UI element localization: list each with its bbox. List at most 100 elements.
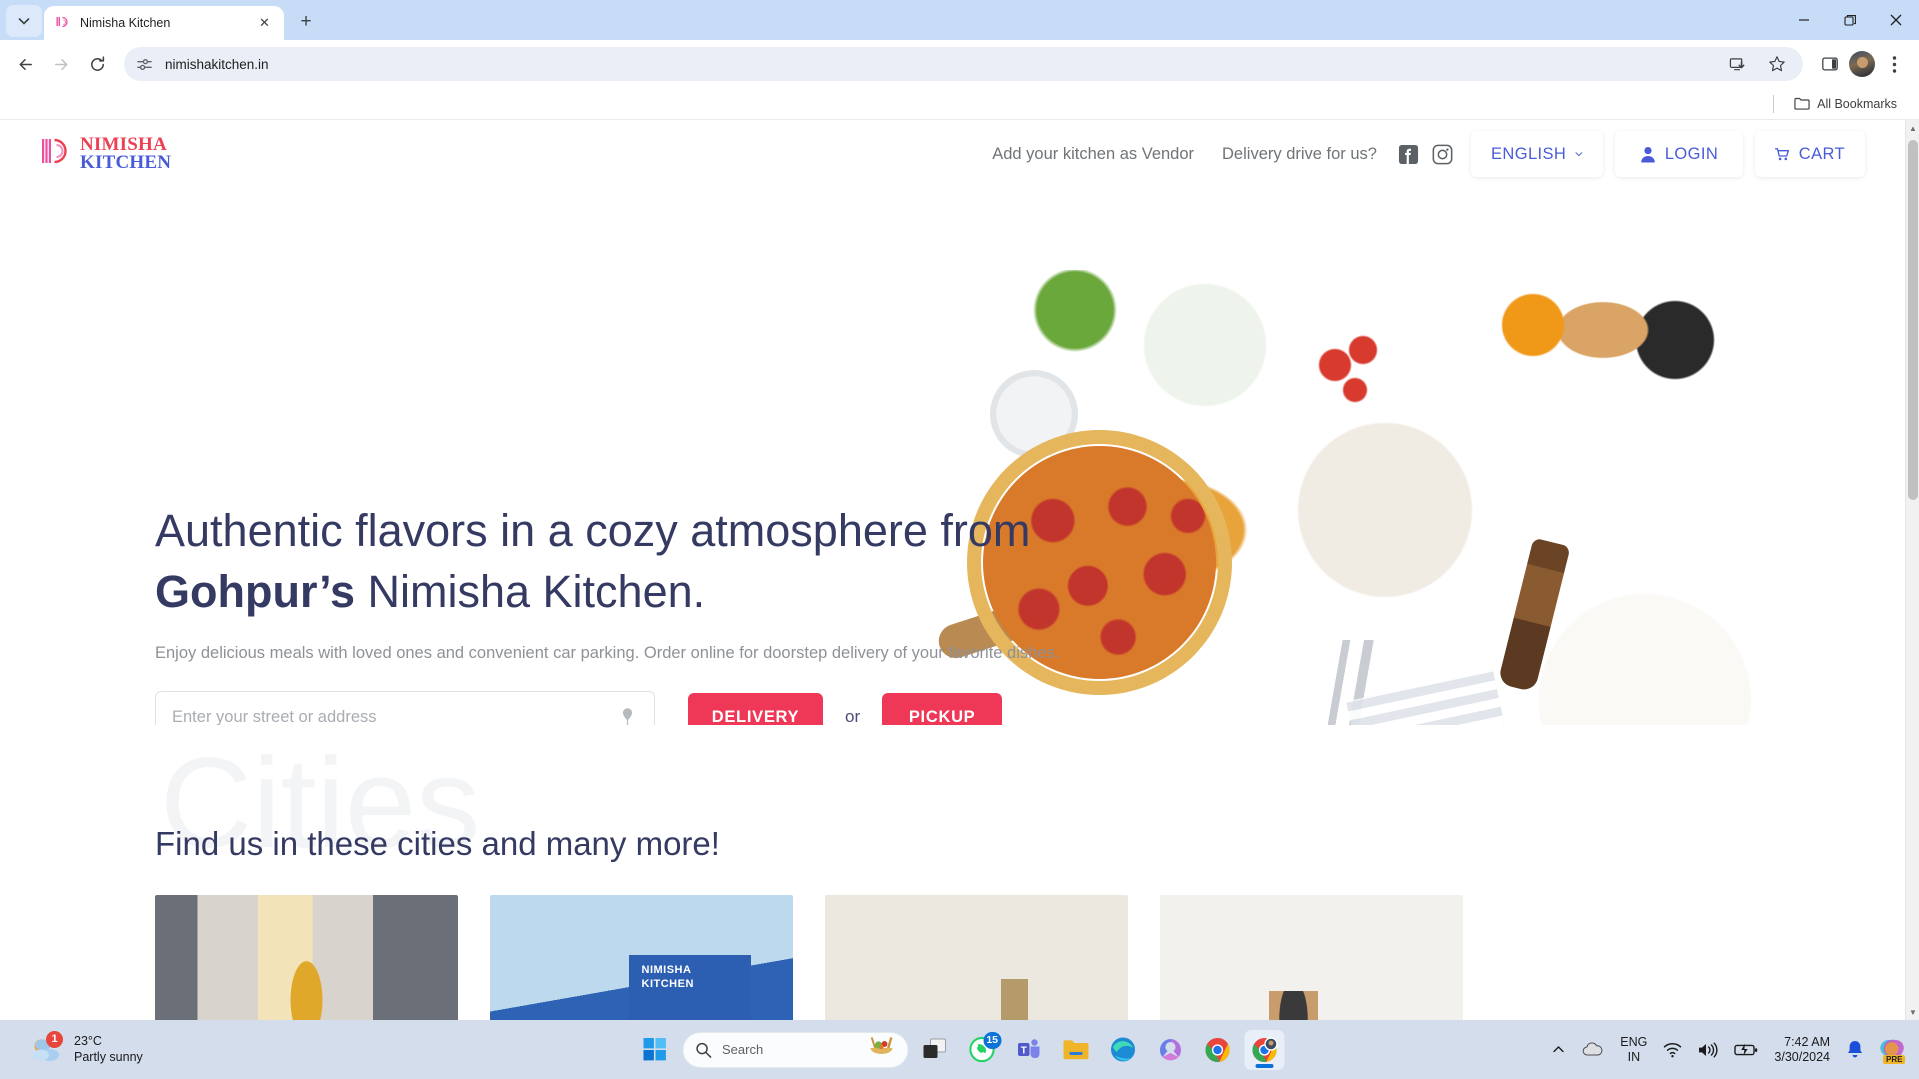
hero-text-block: Authentic flavors in a cozy atmosphere f… (155, 500, 1059, 725)
map-pin-icon[interactable] (620, 707, 638, 725)
bookmark-button[interactable] (1763, 50, 1791, 78)
copilot-button[interactable]: PRE (1873, 1028, 1913, 1072)
billboard-caption: NIMISHA KITCHEN (641, 964, 694, 991)
hero-section: Authentic flavors in a cozy atmosphere f… (0, 120, 1905, 725)
minimize-button[interactable] (1781, 0, 1827, 40)
city-card-restaurant-counter[interactable] (825, 895, 1128, 1020)
login-button[interactable]: LOGIN (1615, 131, 1743, 177)
reload-button[interactable] (80, 47, 114, 81)
scrollbar-thumb[interactable] (1908, 140, 1918, 500)
windows-taskbar: 1 23°C Partly sunny Search 15 T ENG IN 7… (0, 1020, 1919, 1079)
install-app-icon (1729, 57, 1744, 70)
user-icon (1641, 146, 1655, 162)
browser-tab[interactable]: Nimisha Kitchen ✕ (44, 6, 284, 40)
city-card-temple-interior[interactable] (155, 895, 458, 1020)
language-indicator[interactable]: ENG IN (1613, 1028, 1654, 1072)
weather-temperature: 23°C (74, 1033, 102, 1048)
city-card-staff-portrait[interactable] (1160, 895, 1463, 1020)
restore-icon (1843, 14, 1856, 26)
task-view-button[interactable] (915, 1030, 955, 1070)
page-scrollbar[interactable]: ▲ ▼ (1905, 120, 1919, 1020)
taskbar-weather-widget[interactable]: 1 23°C Partly sunny (22, 1030, 151, 1070)
language-selector-button[interactable]: ENGLISH (1471, 131, 1603, 177)
notifications-button[interactable] (1839, 1028, 1871, 1072)
forward-arrow-icon (54, 58, 67, 70)
tab-strip: Nimisha Kitchen ✕ + (0, 0, 1919, 40)
microsoft-365-button[interactable] (1150, 1030, 1190, 1070)
chevron-down-icon (1575, 152, 1583, 157)
address-input-wrapper[interactable] (155, 691, 655, 725)
facebook-icon[interactable] (1391, 137, 1425, 171)
language-text: ENG IN (1620, 1035, 1647, 1065)
back-button[interactable] (8, 47, 42, 81)
task-view-icon (923, 1038, 946, 1058)
google-chrome-profile-button[interactable] (1244, 1029, 1284, 1070)
close-window-button[interactable] (1873, 0, 1919, 40)
side-panel-button[interactable] (1813, 47, 1847, 81)
profile-avatar[interactable] (1849, 51, 1875, 77)
scrollbar-up-arrow[interactable]: ▲ (1906, 120, 1919, 136)
all-bookmarks-label: All Bookmarks (1817, 96, 1897, 111)
taskbar-search-box[interactable]: Search (682, 1031, 908, 1068)
windows-start-icon (643, 1038, 666, 1061)
chrome-menu-button[interactable] (1877, 47, 1911, 81)
hero-food-collage-image (934, 270, 1905, 725)
volume-button[interactable] (1691, 1028, 1725, 1072)
chrome-browser-window: Nimisha Kitchen ✕ + nimishakitchen.in Al… (0, 0, 1919, 1020)
copilot-pre-badge: PRE (1883, 1054, 1906, 1064)
site-logo[interactable]: NIMISHA KITCHEN (40, 135, 171, 173)
bookmarks-bar: All Bookmarks (0, 88, 1919, 120)
cart-icon (1775, 147, 1790, 160)
file-explorer-button[interactable] (1056, 1030, 1096, 1070)
clock-button[interactable]: 7:42 AM 3/30/2024 (1767, 1028, 1837, 1072)
or-separator-label: or (845, 707, 861, 725)
windows-start-button[interactable] (635, 1030, 675, 1070)
site-settings-icon[interactable] (136, 56, 153, 73)
fork-spoon-plate-icon (40, 135, 74, 173)
file-explorer-icon (1063, 1039, 1089, 1059)
header-nav: Add your kitchen as Vendor Delivery driv… (978, 131, 1865, 177)
star-icon (1769, 56, 1785, 72)
address-input[interactable] (172, 707, 620, 725)
wifi-button[interactable] (1656, 1028, 1689, 1072)
tab-close-button[interactable]: ✕ (255, 14, 274, 33)
battery-charging-icon (1734, 1043, 1758, 1056)
maximize-button[interactable] (1827, 0, 1873, 40)
google-chrome-button[interactable] (1197, 1030, 1237, 1070)
cart-button[interactable]: CART (1755, 131, 1865, 177)
partly-sunny-icon: 1 (30, 1030, 64, 1066)
folder-icon (1794, 97, 1810, 110)
instagram-icon[interactable] (1425, 137, 1459, 171)
address-bar[interactable]: nimishakitchen.in (124, 47, 1803, 81)
delivery-button[interactable]: DELIVERY (688, 693, 823, 725)
taskbar-center-group: Search 15 T (635, 1029, 1284, 1070)
all-bookmarks-button[interactable]: All Bookmarks (1788, 93, 1903, 114)
hero-headline-brand: Nimisha Kitchen. (355, 566, 706, 618)
nav-link-delivery-driver[interactable]: Delivery drive for us? (1208, 145, 1391, 164)
window-controls (1781, 0, 1919, 40)
tab-search-button[interactable] (6, 5, 42, 37)
show-hidden-icons-button[interactable] (1543, 1028, 1573, 1072)
pickup-button[interactable]: PICKUP (882, 693, 1003, 725)
scrollbar-down-arrow[interactable]: ▼ (1906, 1004, 1919, 1020)
clock-time: 7:42 AM (1784, 1034, 1830, 1049)
onedrive-button[interactable] (1575, 1028, 1611, 1072)
nav-link-vendor[interactable]: Add your kitchen as Vendor (978, 145, 1208, 164)
new-tab-button[interactable]: + (292, 8, 320, 36)
weather-text: 23°C Partly sunny (74, 1034, 143, 1065)
whatsapp-button[interactable]: 15 (962, 1030, 1002, 1070)
system-tray: ENG IN 7:42 AM 3/30/2024 PRE (1543, 1028, 1913, 1072)
cities-section: Cities Find us in these cities and many … (0, 740, 1905, 1020)
weather-notification-badge: 1 (46, 1030, 63, 1048)
microsoft-teams-button[interactable]: T (1009, 1030, 1049, 1070)
forward-button[interactable] (44, 47, 78, 81)
microsoft-365-icon (1159, 1038, 1181, 1060)
search-icon (695, 1042, 711, 1058)
install-app-button[interactable] (1723, 50, 1751, 78)
url-text: nimishakitchen.in (165, 56, 269, 72)
google-chrome-icon (1205, 1037, 1229, 1062)
battery-button[interactable] (1727, 1028, 1765, 1072)
microsoft-edge-button[interactable] (1103, 1030, 1143, 1070)
close-icon (1890, 14, 1902, 26)
city-card-nimisha-kitchen-billboard[interactable]: NIMISHA KITCHEN (490, 895, 793, 1020)
